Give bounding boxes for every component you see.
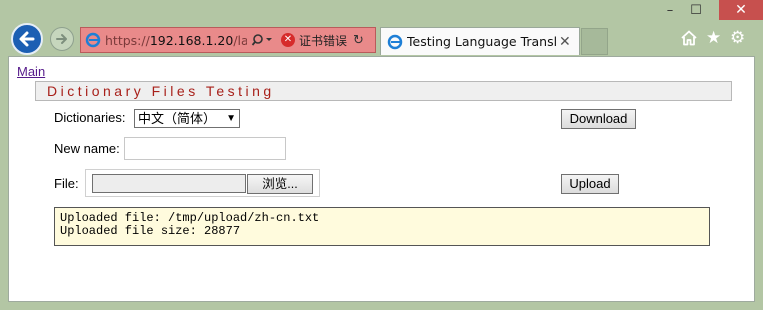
url-host: 192.168.1.20 bbox=[149, 32, 234, 48]
browse-button[interactable]: 浏览... bbox=[247, 174, 313, 194]
url-path: /lang bbox=[233, 32, 247, 48]
back-arrow-icon bbox=[19, 31, 35, 47]
search-dropdown-icon[interactable] bbox=[251, 33, 275, 47]
certificate-error-label[interactable]: 证书错误 bbox=[299, 32, 347, 49]
tab-close-icon[interactable]: ✕ bbox=[559, 34, 571, 50]
tab-title: Testing Language Transl... bbox=[407, 34, 557, 49]
dictionaries-label: Dictionaries: bbox=[54, 110, 126, 125]
file-label: File: bbox=[54, 176, 79, 191]
tab-testing-language[interactable]: Testing Language Transl... ✕ bbox=[380, 27, 580, 55]
ie-logo-icon bbox=[85, 32, 101, 48]
new-name-label: New name: bbox=[54, 141, 120, 156]
download-button[interactable]: Download bbox=[561, 109, 636, 129]
section-header: Dictionary Files Testing bbox=[35, 81, 732, 101]
chevron-down-icon: ▼ bbox=[226, 113, 236, 124]
forward-button[interactable] bbox=[50, 27, 74, 51]
forward-arrow-icon bbox=[56, 34, 67, 44]
page-content: Main Dictionary Files Testing Dictionari… bbox=[8, 56, 755, 302]
url-text[interactable]: https://192.168.1.20/lang bbox=[105, 33, 247, 48]
file-path-input[interactable] bbox=[92, 174, 246, 193]
refresh-icon[interactable]: ↻ bbox=[353, 33, 364, 48]
close-window-button[interactable]: ✕ bbox=[719, 0, 763, 20]
new-name-input[interactable] bbox=[124, 137, 286, 160]
dictionary-selected-value: 中文（简体） bbox=[138, 111, 217, 126]
upload-result-box: Uploaded file: /tmp/upload/zh-cn.txt Upl… bbox=[54, 207, 710, 246]
section-title: Dictionary Files Testing bbox=[47, 83, 275, 99]
url-prefix: https:// bbox=[105, 32, 150, 48]
favorites-star-icon[interactable]: ★ bbox=[706, 28, 721, 48]
back-button[interactable] bbox=[11, 23, 43, 55]
ie-logo-icon bbox=[387, 34, 403, 49]
new-tab-button[interactable] bbox=[581, 28, 608, 55]
minimize-button[interactable]: – bbox=[657, 3, 683, 23]
settings-gear-icon[interactable]: ⚙ bbox=[730, 28, 745, 48]
certificate-error-icon[interactable]: ✕ bbox=[281, 33, 295, 47]
main-link[interactable]: Main bbox=[17, 64, 45, 79]
home-icon[interactable] bbox=[681, 30, 697, 46]
maximize-button[interactable]: ☐ bbox=[683, 3, 709, 23]
log-line: Uploaded file size: 28877 bbox=[60, 224, 241, 238]
dictionary-select[interactable]: 中文（简体） ▼ bbox=[134, 109, 240, 128]
file-upload-field: 浏览... bbox=[85, 169, 320, 197]
address-bar[interactable]: https://192.168.1.20/lang ✕ 证书错误 ↻ bbox=[80, 27, 376, 53]
upload-button[interactable]: Upload bbox=[561, 174, 619, 194]
